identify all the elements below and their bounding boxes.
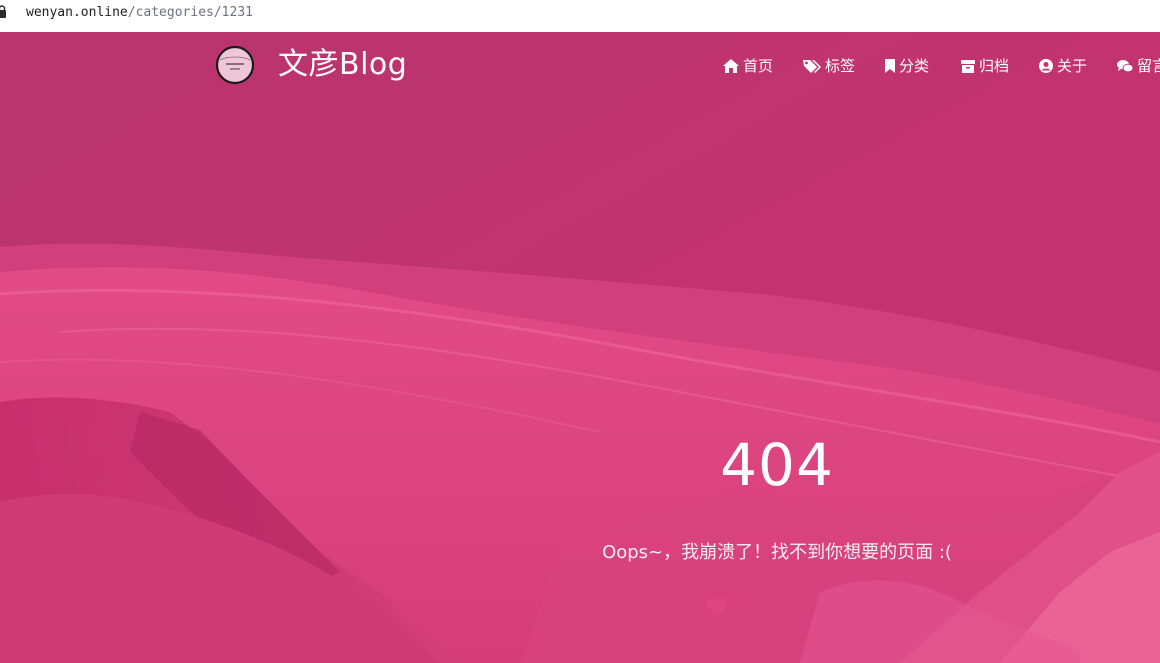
circle-logo-icon[interactable] <box>214 44 256 86</box>
mountain-background-image <box>0 32 1160 663</box>
error-code: 404 <box>720 431 834 499</box>
nav-label: 首页 <box>743 57 774 75</box>
archive-icon <box>961 60 975 73</box>
home-icon <box>723 59 739 73</box>
url-text[interactable]: wenyan.online/categories/1231 <box>26 5 253 21</box>
url-host: wenyan.online <box>26 5 128 20</box>
comments-icon <box>1117 60 1134 73</box>
main-nav: 首页 标签 分类 归档 关于 留言 <box>722 55 1160 77</box>
nav-label: 关于 <box>1057 57 1088 75</box>
tags-icon <box>803 60 821 73</box>
hero-banner: 文彦Blog 首页 标签 分类 归档 关于 留言 404 Oops~，我崩溃了！… <box>0 32 1160 663</box>
nav-label: 标签 <box>825 57 856 75</box>
nav-label: 分类 <box>899 57 930 75</box>
error-message: Oops~，我崩溃了！找不到你想要的页面 :( <box>602 542 952 563</box>
browser-address-bar[interactable]: wenyan.online/categories/1231 <box>0 0 1160 32</box>
heart-icon <box>707 598 727 616</box>
nav-label: 留言 <box>1137 57 1160 75</box>
nav-item-tags[interactable]: 标签 <box>802 55 855 77</box>
nav-label: 归档 <box>979 57 1010 75</box>
nav-item-categories[interactable]: 分类 <box>884 55 929 77</box>
lock-icon <box>0 5 6 18</box>
nav-item-about[interactable]: 关于 <box>1038 55 1087 77</box>
site-brand[interactable]: 文彦Blog <box>278 46 407 84</box>
nav-item-home[interactable]: 首页 <box>722 55 773 77</box>
bookmark-icon <box>885 59 895 73</box>
nav-item-archives[interactable]: 归档 <box>960 55 1009 77</box>
user-circle-icon <box>1039 59 1053 73</box>
nav-item-guestbook[interactable]: 留言 <box>1116 55 1160 77</box>
url-path: /categories/1231 <box>127 5 253 20</box>
